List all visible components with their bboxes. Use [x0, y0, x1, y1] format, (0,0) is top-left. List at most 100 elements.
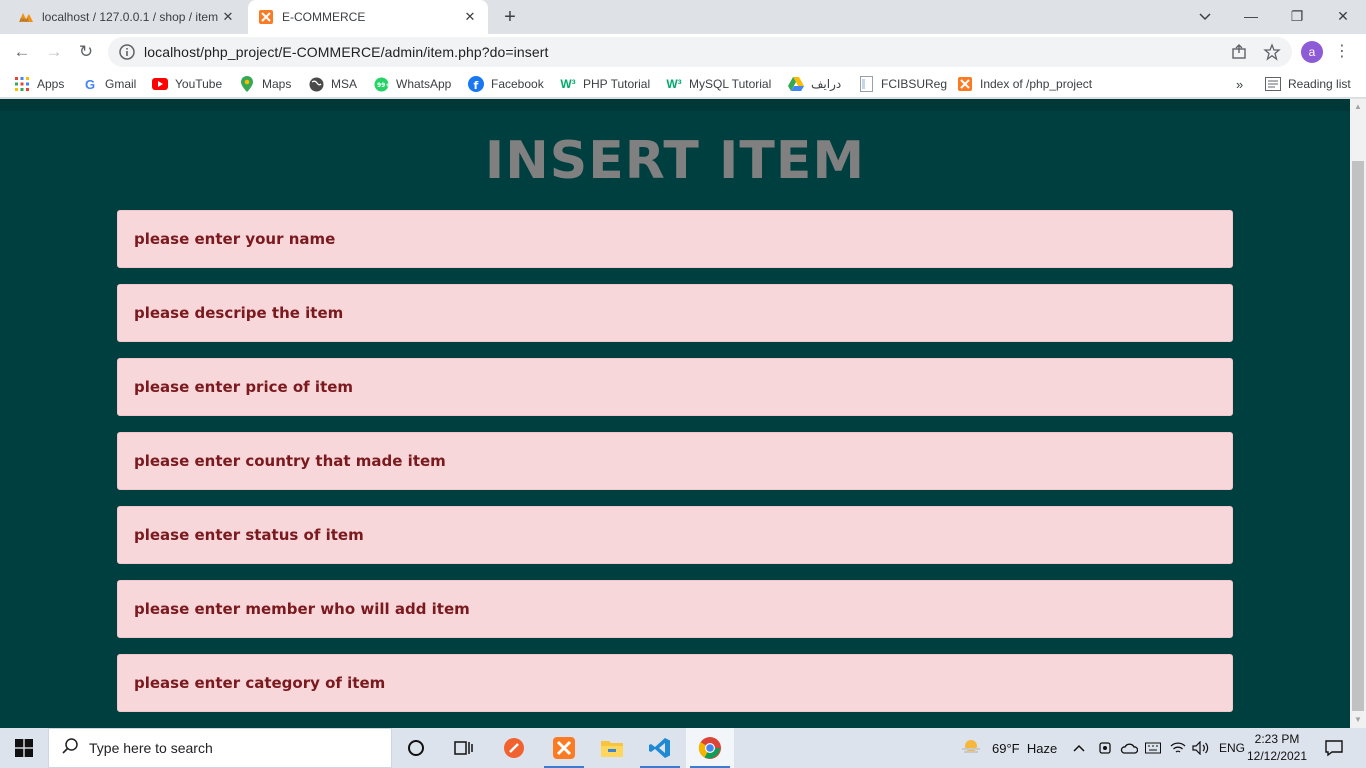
country-input[interactable]: please enter country that made item — [117, 432, 1233, 490]
close-window-button[interactable]: ✕ — [1320, 0, 1366, 34]
bookmark-whatsapp[interactable]: 99+ WhatsApp — [373, 74, 451, 94]
bookmarks-overflow-button[interactable]: » — [1236, 74, 1243, 94]
xampp-app-icon[interactable] — [540, 728, 588, 768]
file-explorer-icon[interactable] — [588, 728, 636, 768]
bookmark-label: درايف — [811, 77, 842, 91]
tab-strip: PMA localhost / 127.0.0.1 / shop / item … — [0, 0, 1366, 34]
windows-start-icon[interactable] — [0, 728, 48, 768]
bookmark-label: YouTube — [175, 77, 223, 91]
bookmark-label: WhatsApp — [396, 77, 452, 91]
clock-time: 2:23 PM — [1254, 732, 1300, 746]
reading-list-button[interactable]: Reading list — [1265, 74, 1351, 94]
bookmark-php-tutorial[interactable]: W³ PHP Tutorial — [560, 74, 650, 94]
category-input[interactable]: please enter category of item — [117, 654, 1233, 712]
share-icon[interactable] — [1230, 43, 1248, 61]
bookmark-label: Index of /php_project — [980, 77, 1093, 91]
close-tab-icon[interactable]: ✕ — [462, 9, 478, 25]
bookmark-maps[interactable]: Maps — [239, 74, 291, 94]
bookmark-label: PHP Tutorial — [583, 77, 651, 91]
page-content: INSERT ITEM please enter your name pleas… — [0, 99, 1350, 728]
clock-date: 12/12/2021 — [1246, 749, 1308, 763]
xampp-icon — [957, 76, 973, 92]
bookmark-label: MSA — [331, 77, 358, 91]
name-input[interactable]: please enter your name — [117, 210, 1233, 268]
site-info-icon[interactable] — [118, 43, 136, 61]
keyboard-icon[interactable] — [1145, 728, 1161, 768]
bookmark-label: FCIBSUReg — [881, 77, 948, 91]
vscode-app-icon[interactable] — [636, 728, 684, 768]
volume-icon[interactable] — [1192, 728, 1210, 768]
member-input[interactable]: please enter member who will add item — [117, 580, 1233, 638]
cortana-icon[interactable] — [392, 728, 440, 768]
bookmark-label: Facebook — [491, 77, 544, 91]
back-arrow-icon[interactable]: ← — [8, 38, 36, 66]
bookmarks-bar: Apps G Gmail YouTube Maps MSA 99+ WhatsA… — [0, 70, 1366, 98]
bookmark-drive[interactable]: درايف — [788, 74, 841, 94]
youtube-icon — [152, 76, 168, 92]
bookmark-label: Apps — [37, 77, 65, 91]
browser-toolbar: ← → ↻ localhost/php_project/E-COMMERCE/a… — [0, 34, 1366, 70]
tab-search-chevron-icon[interactable] — [1182, 0, 1228, 34]
bookmark-msa[interactable]: MSA — [308, 74, 357, 94]
weather-widget[interactable]: 69°F Haze — [960, 728, 1057, 768]
scroll-down-arrow-icon[interactable]: ▼ — [1350, 712, 1366, 728]
description-input[interactable]: please descripe the item — [117, 284, 1233, 342]
page-scrollbar[interactable]: ▲ ▼ — [1350, 99, 1366, 728]
show-hidden-icons-chevron-icon[interactable] — [1072, 728, 1086, 768]
close-tab-icon[interactable]: ✕ — [220, 9, 236, 25]
weather-haze-icon — [960, 738, 982, 759]
task-view-icon[interactable] — [440, 728, 488, 768]
bookmark-index-php-project[interactable]: Index of /php_project — [957, 74, 1092, 94]
bookmark-fcibsureg[interactable]: FCIBSUReg — [858, 74, 947, 94]
globe-icon — [308, 76, 324, 92]
search-placeholder: Type here to search — [89, 740, 213, 756]
whatsapp-icon: 99+ — [373, 76, 389, 92]
svg-text:PMA: PMA — [20, 18, 29, 23]
profile-avatar[interactable]: a — [1301, 41, 1323, 63]
scroll-up-arrow-icon[interactable]: ▲ — [1350, 99, 1366, 115]
forward-arrow-icon[interactable]: → — [40, 38, 68, 66]
windows-taskbar: Type here to search 69°F Haze ENG 2:23 P… — [0, 728, 1366, 768]
sublime-app-icon[interactable] — [490, 728, 538, 768]
notifications-icon[interactable] — [1324, 728, 1344, 768]
google-icon: G — [84, 76, 96, 92]
phpmyadmin-icon: PMA — [18, 9, 34, 25]
page-title: INSERT ITEM — [484, 131, 866, 191]
input-language[interactable]: ENG — [1219, 728, 1245, 768]
svg-text:f: f — [474, 79, 479, 92]
chrome-app-icon[interactable] — [686, 728, 734, 768]
bookmark-mysql-tutorial[interactable]: W³ MySQL Tutorial — [666, 74, 771, 94]
wifi-icon[interactable] — [1170, 728, 1186, 768]
scrollbar-thumb[interactable] — [1352, 161, 1364, 711]
xampp-icon — [258, 9, 274, 25]
bookmark-label: Gmail — [105, 77, 137, 91]
bookmark-facebook[interactable]: f Facebook — [468, 74, 544, 94]
url-text: localhost/php_project/E-COMMERCE/admin/i… — [144, 44, 549, 60]
browser-menu-icon[interactable]: ⋮ — [1334, 40, 1350, 64]
taskbar-search-box[interactable]: Type here to search — [48, 728, 392, 768]
restore-button[interactable]: ❐ — [1274, 0, 1320, 34]
drive-icon — [788, 76, 804, 92]
minimize-button[interactable]: — — [1228, 0, 1274, 34]
bookmark-youtube[interactable]: YouTube — [152, 74, 222, 94]
bookmark-gmail[interactable]: G Gmail — [82, 74, 136, 94]
bookmark-star-icon[interactable] — [1263, 43, 1281, 61]
meet-now-icon[interactable] — [1097, 728, 1113, 768]
maps-icon — [239, 76, 255, 92]
apps-grid-icon — [14, 76, 30, 92]
reload-icon[interactable]: ↻ — [72, 38, 100, 66]
system-clock[interactable]: 2:23 PM 12/12/2021 — [1246, 731, 1308, 765]
tab-ecommerce[interactable]: E-COMMERCE ✕ — [248, 0, 488, 34]
onedrive-icon[interactable] — [1120, 728, 1138, 768]
address-bar[interactable]: localhost/php_project/E-COMMERCE/admin/i… — [108, 37, 1292, 67]
bookmark-apps[interactable]: Apps — [14, 74, 64, 94]
new-tab-button[interactable]: + — [498, 5, 522, 29]
bookmark-label: Maps — [262, 77, 292, 91]
reading-list-label: Reading list — [1288, 77, 1351, 91]
status-input[interactable]: please enter status of item — [117, 506, 1233, 564]
tab-phpmyadmin[interactable]: PMA localhost / 127.0.0.1 / shop / item … — [8, 0, 246, 34]
svg-text:99+: 99+ — [377, 82, 389, 89]
weather-text: 69°F Haze — [992, 740, 1058, 756]
tab-title: localhost / 127.0.0.1 / shop / item — [42, 10, 219, 24]
price-input[interactable]: please enter price of item — [117, 358, 1233, 416]
